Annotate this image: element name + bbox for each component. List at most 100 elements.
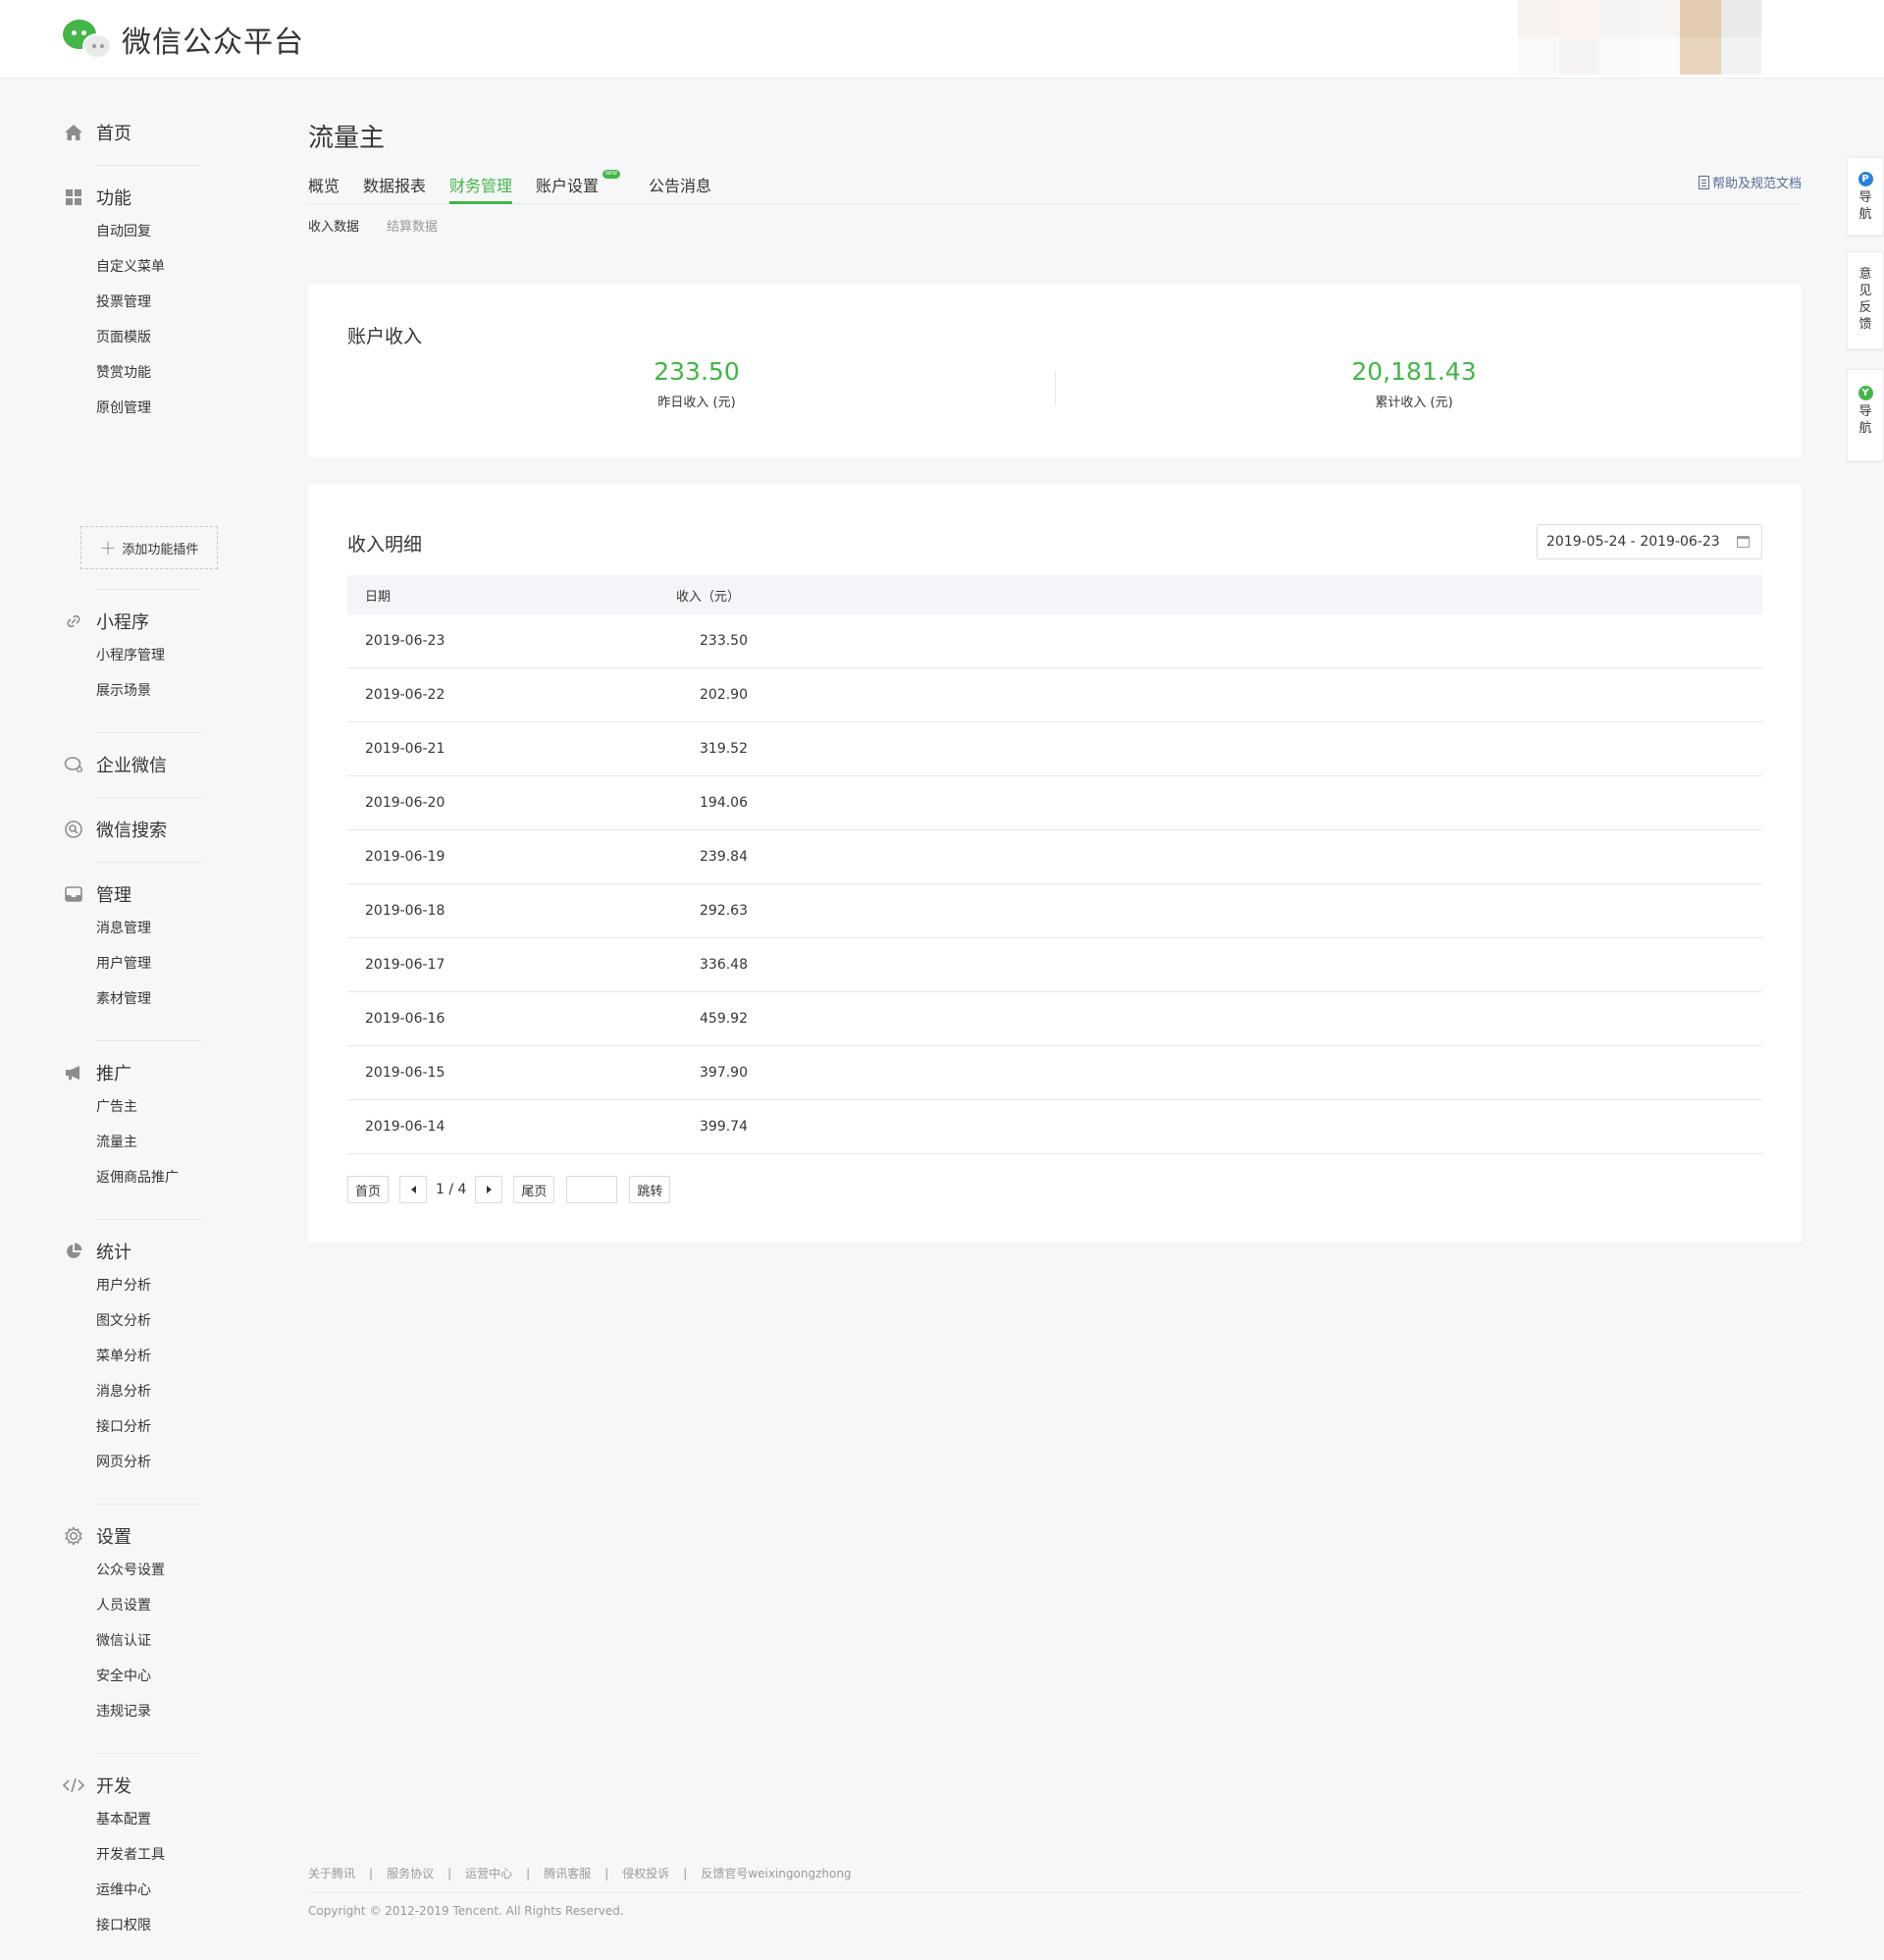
cell-date: 2019-06-22 (365, 687, 445, 703)
sidebar-item-api-permissions[interactable]: 接口权限 (63, 1908, 204, 1943)
cell-date: 2019-06-23 (365, 633, 445, 649)
sidebar-item-original[interactable]: 原创管理 (63, 391, 204, 426)
footer-link[interactable]: 腾讯客服 (544, 1865, 591, 1881)
footer-separator: | (604, 1866, 609, 1881)
sidebar-item-staff-settings[interactable]: 人员设置 (63, 1588, 204, 1623)
sidebar-item-menu-analysis[interactable]: 菜单分析 (63, 1339, 204, 1374)
sidebar-item-message-analysis[interactable]: 消息分析 (63, 1374, 204, 1409)
sidebar-item-article-analysis[interactable]: 图文分析 (63, 1303, 204, 1339)
sidebar-item-security-center[interactable]: 安全中心 (63, 1659, 204, 1694)
footer-link[interactable]: 运营中心 (465, 1865, 512, 1881)
subtab-income-data[interactable]: 收入数据 (308, 216, 359, 235)
yesterday-income: 233.50 昨日收入 (元) (500, 357, 893, 410)
sidebar-wework[interactable]: 企业微信 (63, 750, 204, 779)
tab-overview[interactable]: 概览 (308, 173, 340, 204)
table-row: 2019-06-23 233.50 (347, 614, 1762, 668)
pager-last-label: 尾页 (521, 1184, 548, 1199)
sidebar-item-materials[interactable]: 素材管理 (63, 981, 204, 1017)
pager-jump-input[interactable] (566, 1176, 618, 1203)
avatar-pixel (1598, 0, 1640, 37)
sidebar-section-manage: 管理 消息管理 用户管理 素材管理 (63, 879, 204, 1017)
date-range-picker[interactable]: 2019-05-24 - 2019-06-23 (1537, 524, 1762, 559)
pager-jump-label: 跳转 (637, 1184, 663, 1199)
sidebar-wework-label: 企业微信 (96, 756, 167, 776)
footer-links: 关于腾讯 | 服务协议 | 运营中心 | 腾讯客服 | 侵权投诉 | 反馈官号weixingongz… (308, 1865, 1802, 1881)
sidebar-item-auto-reply[interactable]: 自动回复 (63, 214, 204, 249)
footer-link[interactable]: 侵权投诉 (622, 1865, 669, 1881)
float-feedback-char: 反 (1858, 300, 1872, 315)
table-row: 2019-06-22 202.90 (347, 668, 1762, 722)
float-nav-2[interactable]: Y 导 航 (1847, 369, 1884, 461)
cell-date: 2019-06-15 (365, 1065, 445, 1081)
avatar-pixel (1680, 0, 1721, 37)
sidebar-item-publisher[interactable]: 流量主 (63, 1125, 204, 1160)
avatar-pixel (1558, 0, 1599, 37)
pager-next-button[interactable] (475, 1176, 503, 1203)
sidebar-item-user-analysis[interactable]: 用户分析 (63, 1268, 204, 1303)
add-plugin-button[interactable]: + 添加功能插件 (80, 526, 218, 569)
avatar-pixel (1640, 37, 1681, 75)
float-feedback[interactable]: 意 见 反 馈 (1847, 251, 1884, 349)
footer-divider (308, 1892, 1802, 1893)
table-row: 2019-06-16 459.92 (347, 992, 1762, 1046)
sidebar-item-account-settings[interactable]: 公众号设置 (63, 1553, 204, 1588)
footer-link[interactable]: 反馈官号weixingongzhong (701, 1865, 851, 1881)
pagination: 首页 1 / 4 尾页 跳转 (347, 1176, 671, 1203)
sidebar-section-miniprogram: 小程序 小程序管理 展示场景 (63, 607, 204, 709)
pager-first-button[interactable]: 首页 (347, 1176, 389, 1203)
tab-announcements[interactable]: 公告消息 (649, 173, 711, 204)
copyright: Copyright © 2012-2019 Tencent. All Right… (308, 1904, 624, 1918)
sidebar-item-messages[interactable]: 消息管理 (63, 911, 204, 946)
pager-jump-button[interactable]: 跳转 (629, 1176, 671, 1203)
logo[interactable]: 微信公众平台 (63, 18, 304, 61)
footer: 关于腾讯 | 服务协议 | 运营中心 | 腾讯客服 | 侵权投诉 | 反馈官号weixingongz… (308, 1865, 1802, 1918)
sidebar-item-dev-tools[interactable]: 开发者工具 (63, 1837, 204, 1873)
sidebar-item-users[interactable]: 用户管理 (63, 946, 204, 981)
sidebar-item-violations[interactable]: 违规记录 (63, 1694, 204, 1729)
sidebar-item-miniprogram-manage[interactable]: 小程序管理 (63, 638, 204, 673)
sidebar-item-custom-menu[interactable]: 自定义菜单 (63, 249, 204, 285)
sidebar-miniprogram-label: 小程序 (96, 612, 149, 633)
sidebar-wxsearch[interactable]: 微信搜索 (63, 815, 204, 844)
pager-page-indicator: 1 / 4 (436, 1182, 467, 1197)
tab-finance[interactable]: 财务管理 (449, 173, 513, 204)
help-doc-link[interactable]: 帮助及规范文档 (1698, 173, 1802, 191)
avatar-pixel (1518, 0, 1559, 37)
cell-income: 239.84 (700, 849, 748, 865)
float-feedback-char: 意 (1858, 267, 1872, 282)
footer-link[interactable]: 服务协议 (387, 1865, 434, 1881)
pager-last-button[interactable]: 尾页 (513, 1176, 555, 1203)
pie-chart-icon (63, 1241, 84, 1262)
sidebar-item-api-analysis[interactable]: 接口分析 (63, 1409, 204, 1445)
avatar-blurred[interactable] (1478, 0, 1802, 75)
document-icon (1698, 175, 1709, 189)
pager-prev-button[interactable] (399, 1176, 427, 1203)
subtab-settlement-data[interactable]: 结算数据 (387, 216, 438, 235)
footer-link[interactable]: 关于腾讯 (308, 1865, 355, 1881)
cell-date: 2019-06-21 (365, 741, 445, 757)
cell-income: 194.06 (700, 795, 748, 811)
cell-date: 2019-06-17 (365, 957, 445, 973)
sidebar-item-ops-center[interactable]: 运维中心 (63, 1873, 204, 1908)
plus-icon: + (99, 536, 117, 559)
sidebar-item-wechat-verify[interactable]: 微信认证 (63, 1623, 204, 1659)
sidebar-item-web-analysis[interactable]: 网页分析 (63, 1445, 204, 1480)
float-nav-1[interactable]: P 导 航 (1847, 157, 1884, 236)
calendar-icon (1737, 536, 1750, 548)
float-nav-2-char: 导 (1858, 404, 1872, 419)
caret-left-icon (410, 1186, 416, 1193)
tab-bar: 概览 数据报表 财务管理 账户设置 NEW 公告消息 帮助及规范文档 (308, 170, 1802, 204)
cell-income: 202.90 (700, 687, 748, 703)
sidebar-item-reward[interactable]: 赞赏功能 (63, 355, 204, 391)
float-nav-2-char: 航 (1858, 421, 1872, 436)
sidebar-item-advertiser[interactable]: 广告主 (63, 1089, 204, 1125)
tab-account-settings[interactable]: 账户设置 NEW (536, 170, 621, 204)
sidebar-home[interactable]: 首页 (63, 118, 204, 147)
sidebar-item-vote[interactable]: 投票管理 (63, 285, 204, 320)
sidebar-item-commission[interactable]: 返佣商品推广 (63, 1160, 204, 1195)
tab-data-report[interactable]: 数据报表 (363, 173, 426, 204)
sidebar-item-page-template[interactable]: 页面模版 (63, 320, 204, 355)
avatar-pixel (1760, 37, 1802, 75)
sidebar-item-basic-config[interactable]: 基本配置 (63, 1802, 204, 1837)
sidebar-item-display-scene[interactable]: 展示场景 (63, 673, 204, 709)
